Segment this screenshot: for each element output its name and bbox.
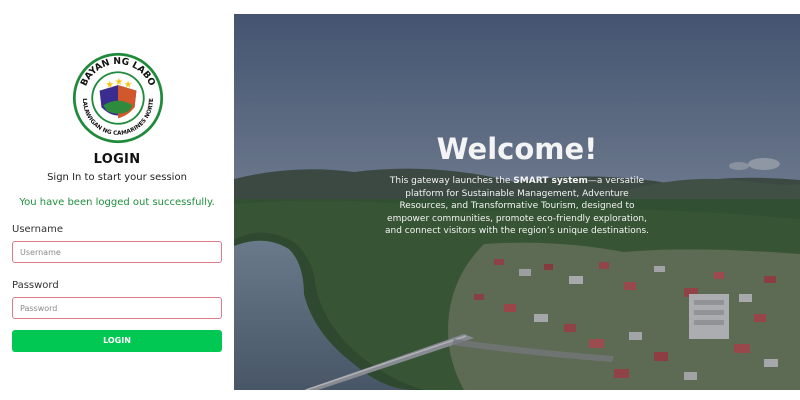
login-page: BAYAN NG LABO LALAWIGAN NG CAMARINES NOR…	[0, 0, 800, 400]
desc-highlight: SMART system	[513, 176, 588, 186]
desc-prefix: This gateway launches the	[389, 176, 514, 186]
login-subtitle: Sign In to start your session	[47, 172, 187, 183]
login-button[interactable]: LOGIN	[12, 330, 222, 352]
username-label: Username	[12, 224, 63, 235]
login-panel: BAYAN NG LABO LALAWIGAN NG CAMARINES NOR…	[0, 0, 234, 400]
logout-success-alert: You have been logged out successfully.	[19, 197, 215, 208]
password-input[interactable]	[12, 297, 222, 319]
login-title: LOGIN	[93, 152, 141, 167]
municipal-seal-icon: BAYAN NG LABO LALAWIGAN NG CAMARINES NOR…	[72, 52, 164, 144]
hero-panel: Welcome! This gateway launches the SMART…	[234, 14, 800, 390]
username-input[interactable]	[12, 241, 222, 263]
password-label: Password	[12, 280, 59, 291]
welcome-heading: Welcome!	[436, 132, 598, 166]
welcome-description: This gateway launches the SMART system—a…	[382, 175, 652, 238]
